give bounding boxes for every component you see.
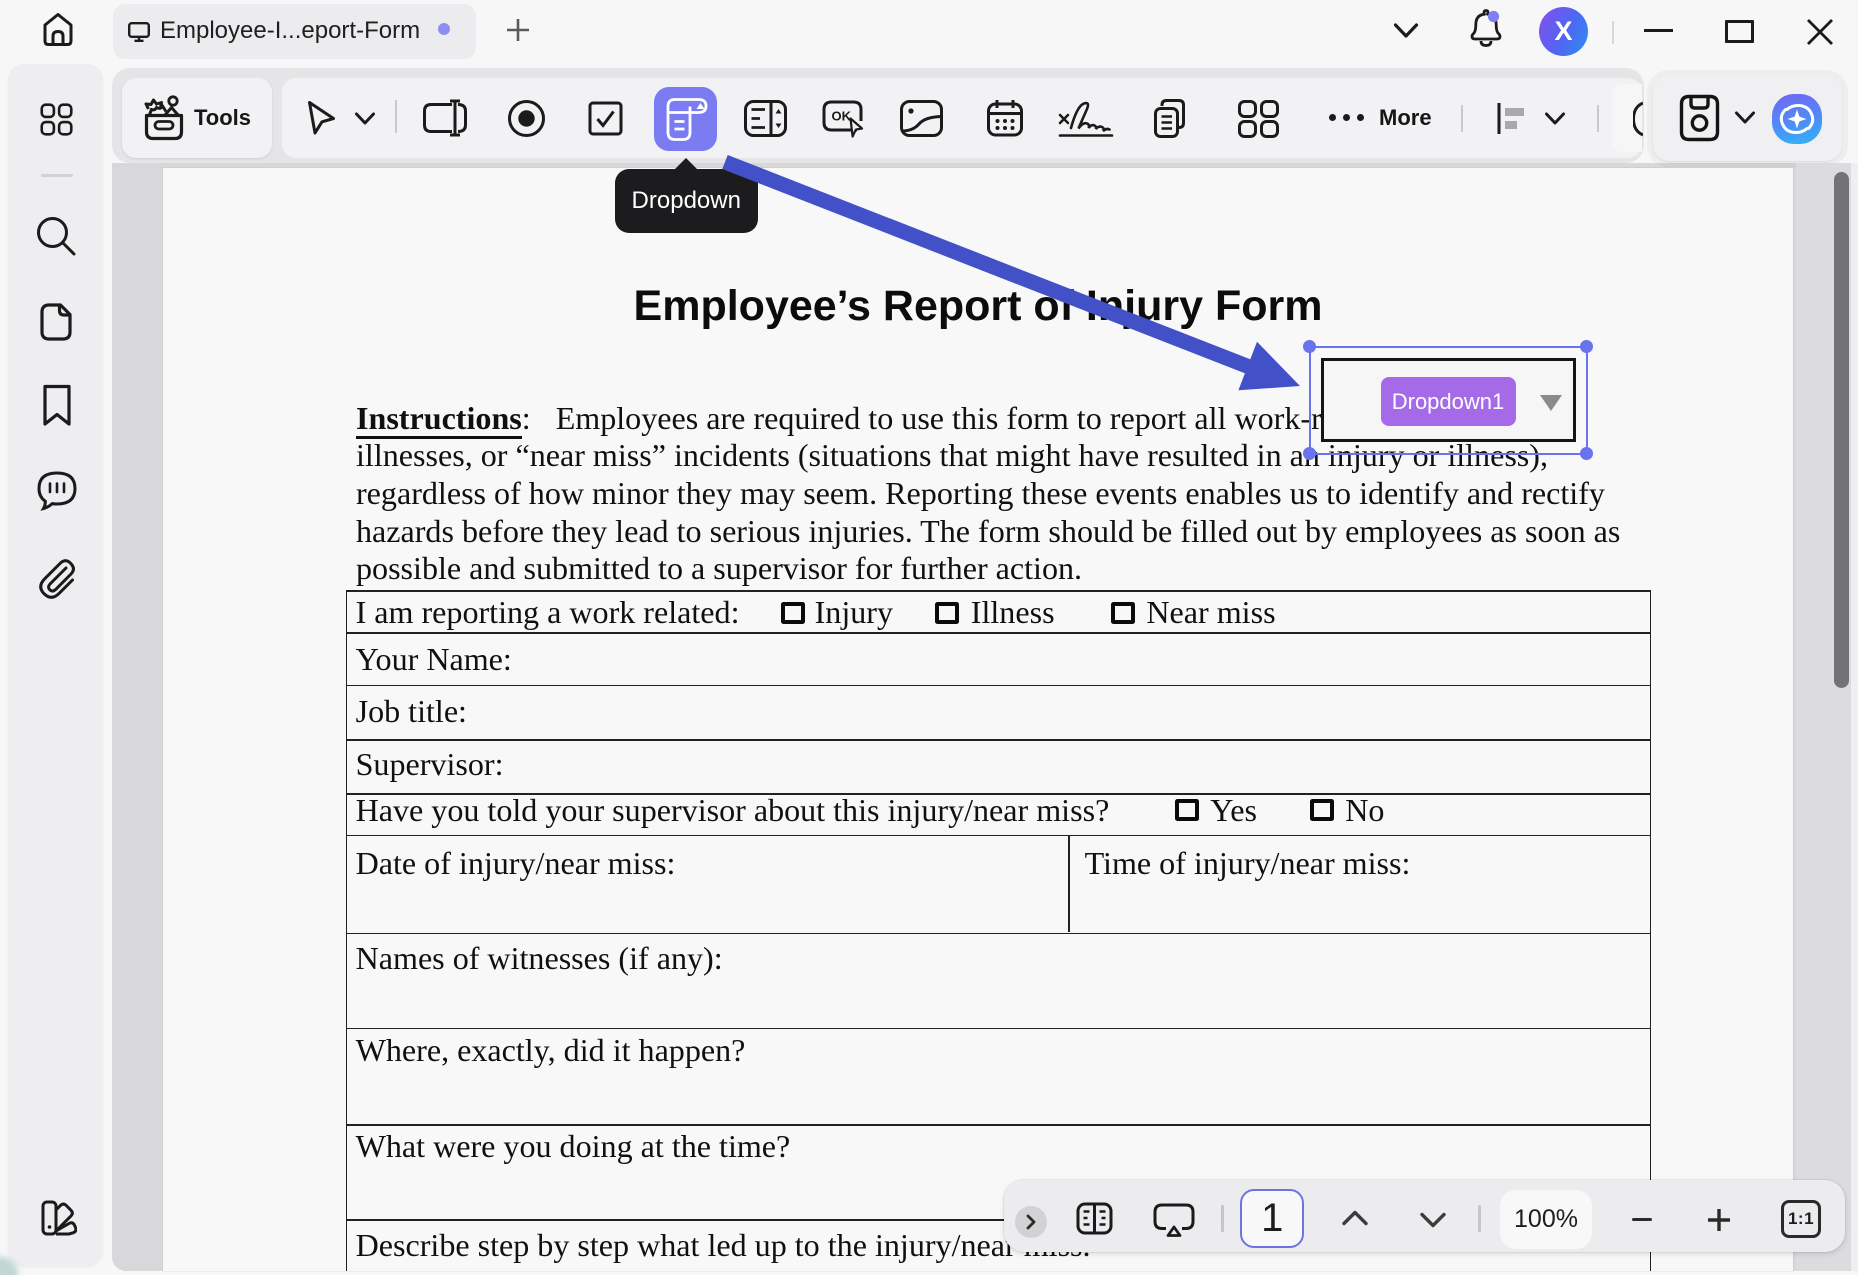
svg-text:OK: OK xyxy=(832,109,852,124)
